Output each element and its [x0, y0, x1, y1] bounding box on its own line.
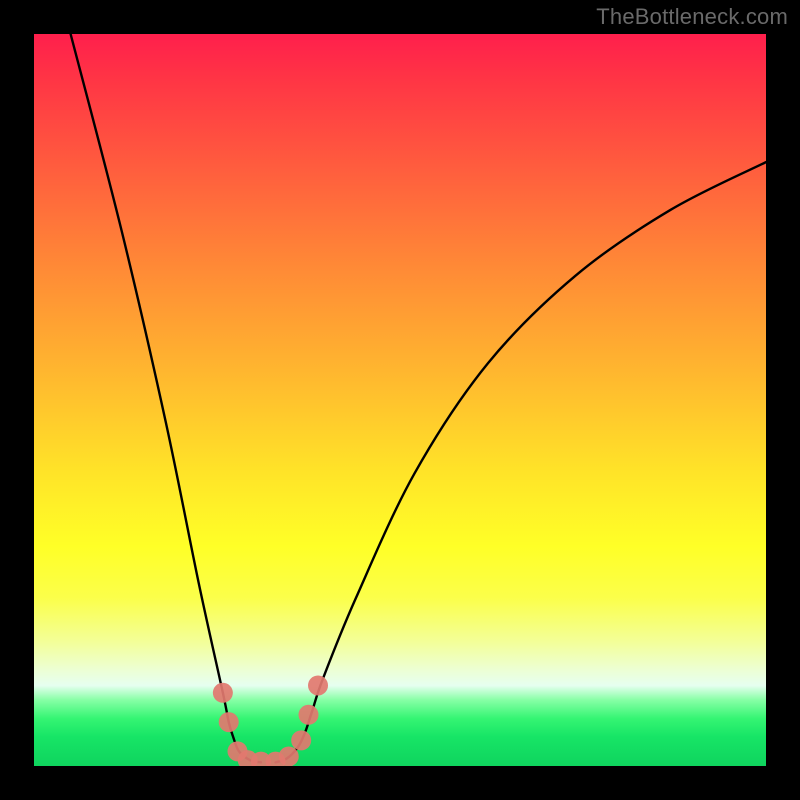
- watermark-text: TheBottleneck.com: [596, 4, 788, 30]
- trough-markers: [213, 675, 328, 766]
- chart-container: TheBottleneck.com: [0, 0, 800, 800]
- trough-marker: [279, 746, 299, 766]
- trough-marker: [219, 712, 239, 732]
- right-curve: [276, 162, 766, 762]
- plot-area: [34, 34, 766, 766]
- right-curve-path: [276, 162, 766, 762]
- curves-svg: [34, 34, 766, 766]
- trough-marker: [213, 683, 233, 703]
- left-curve: [71, 34, 261, 762]
- trough-marker: [299, 705, 319, 725]
- trough-marker: [308, 675, 328, 695]
- trough-marker: [291, 730, 311, 750]
- left-curve-path: [71, 34, 261, 762]
